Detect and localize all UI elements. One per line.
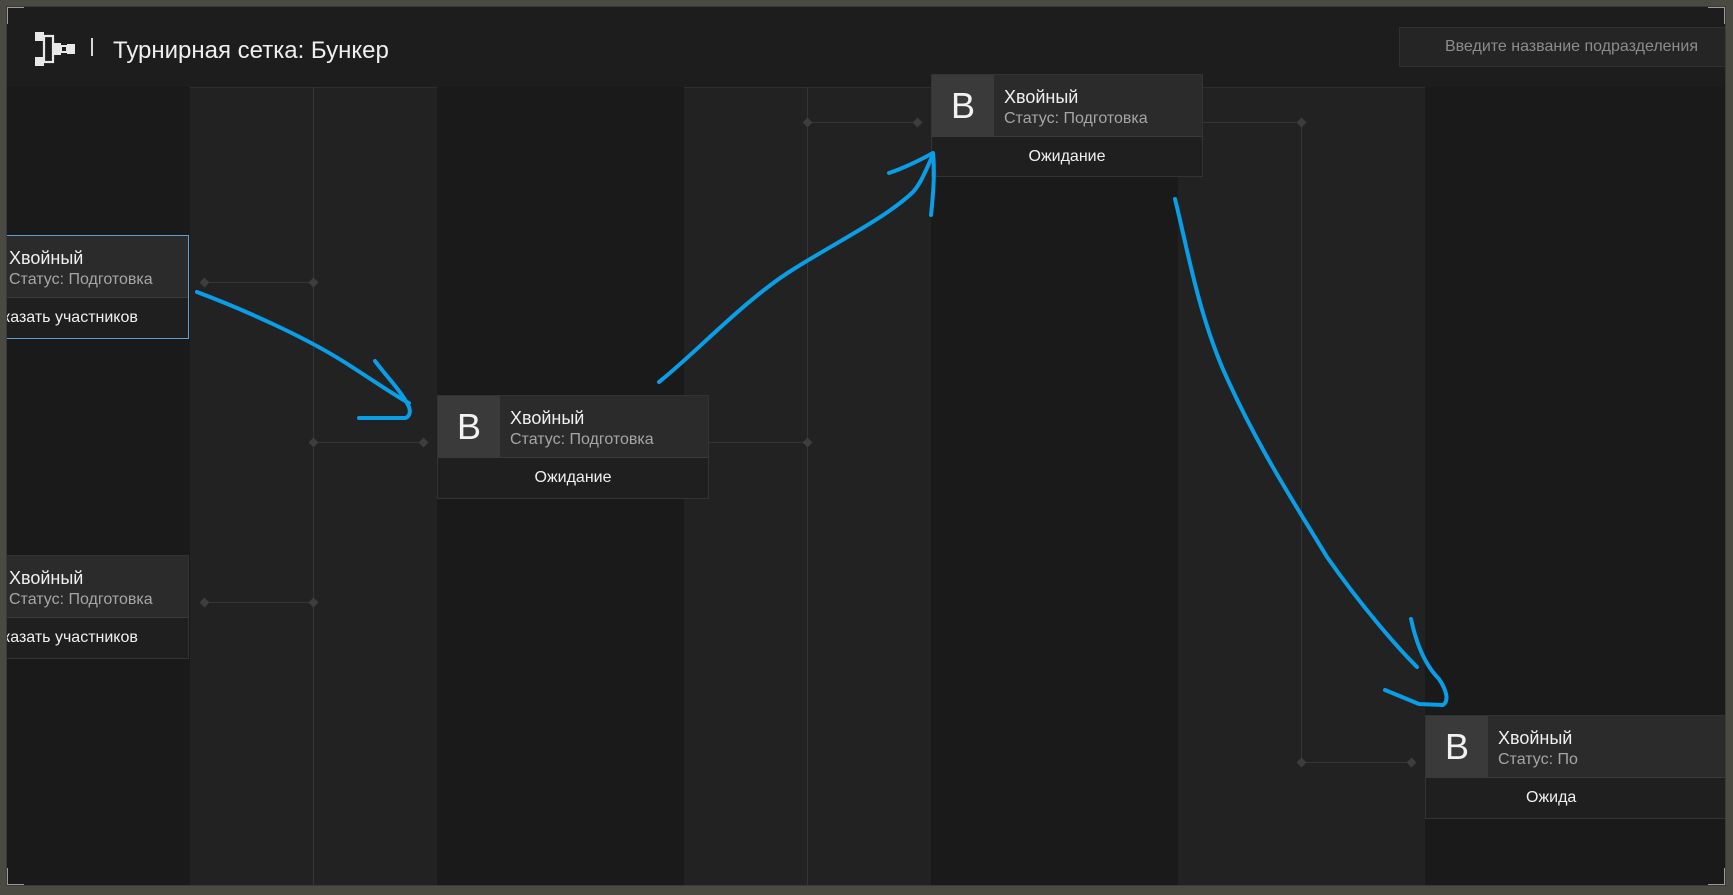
connector-line <box>1301 762 1411 763</box>
header-separator <box>91 38 93 56</box>
team-name: Хвойный <box>1004 87 1079 107</box>
team-badge: В <box>1426 716 1488 778</box>
connector-line <box>1192 122 1301 123</box>
waiting-button[interactable]: Ожидание <box>932 137 1202 176</box>
team-badge: В <box>932 75 994 137</box>
connector-line <box>313 87 314 885</box>
team-status: Статус: Подготовка <box>9 271 153 288</box>
team-status: Статус: Подготовка <box>9 591 153 608</box>
waiting-label: Ожида <box>1526 789 1577 806</box>
frame-corner <box>7 7 24 24</box>
bracket-column <box>7 87 190 885</box>
connector-line <box>1301 122 1302 762</box>
match-card-header: Хвойный Статус: Подготовка <box>7 556 188 618</box>
match-card[interactable]: Хвойный Статус: Подготовка оказать участ… <box>6 555 189 659</box>
show-participants-button[interactable]: оказать участников <box>6 618 188 658</box>
team-status: Статус: Подготовка <box>1004 110 1148 127</box>
team-status: Статус: По <box>1498 751 1578 768</box>
waiting-label: Ожидание <box>534 469 612 486</box>
header: Турнирная сетка: Бункер <box>7 7 1725 87</box>
search-input[interactable] <box>1399 27 1725 67</box>
match-card-header: В Хвойный Статус: По <box>1426 716 1725 778</box>
show-participants-button[interactable]: оказать участников <box>6 298 188 338</box>
connector-line <box>204 602 313 603</box>
match-card-header: В Хвойный Статус: Подготовка <box>932 75 1202 137</box>
match-card[interactable]: Хвойный Статус: Подготовка оказать участ… <box>6 235 189 339</box>
match-card[interactable]: В Хвойный Статус: По Ожида <box>1425 715 1725 819</box>
connector-line <box>698 442 807 443</box>
bracket-icon <box>35 32 75 66</box>
frame-corner <box>7 868 24 885</box>
team-name: Хвойный <box>1498 728 1573 748</box>
team-name: Хвойный <box>510 408 585 428</box>
match-card[interactable]: В Хвойный Статус: Подготовка Ожидание <box>437 395 709 499</box>
bracket-window: Турнирная сетка: Бункер Введите название… <box>6 6 1726 886</box>
team-name: Хвойный <box>9 568 84 588</box>
team-badge: В <box>438 396 500 458</box>
connector-line <box>204 282 313 283</box>
frame-corner <box>1708 7 1725 24</box>
team-status: Статус: Подготовка <box>510 431 654 448</box>
team-name: Хвойный <box>9 248 84 268</box>
connector-line <box>313 442 423 443</box>
match-card-header: Хвойный Статус: Подготовка <box>7 236 188 298</box>
waiting-label: Ожидание <box>1028 147 1106 165</box>
page-title: Турнирная сетка: Бункер <box>113 37 389 64</box>
match-card[interactable]: В Хвойный Статус: Подготовка Ожидание <box>931 74 1203 177</box>
connector-line <box>807 122 917 123</box>
show-participants-label: оказать участников <box>6 629 138 646</box>
waiting-button[interactable]: Ожида <box>1426 778 1725 818</box>
show-participants-label: оказать участников <box>6 309 138 326</box>
waiting-button[interactable]: Ожидание <box>438 458 708 498</box>
match-card-header: В Хвойный Статус: Подготовка <box>438 396 708 458</box>
connector-line <box>807 87 808 885</box>
frame-corner <box>1708 868 1725 885</box>
bracket-area: Хвойный Статус: Подготовка оказать участ… <box>6 74 1725 885</box>
bracket-column <box>931 87 1178 885</box>
